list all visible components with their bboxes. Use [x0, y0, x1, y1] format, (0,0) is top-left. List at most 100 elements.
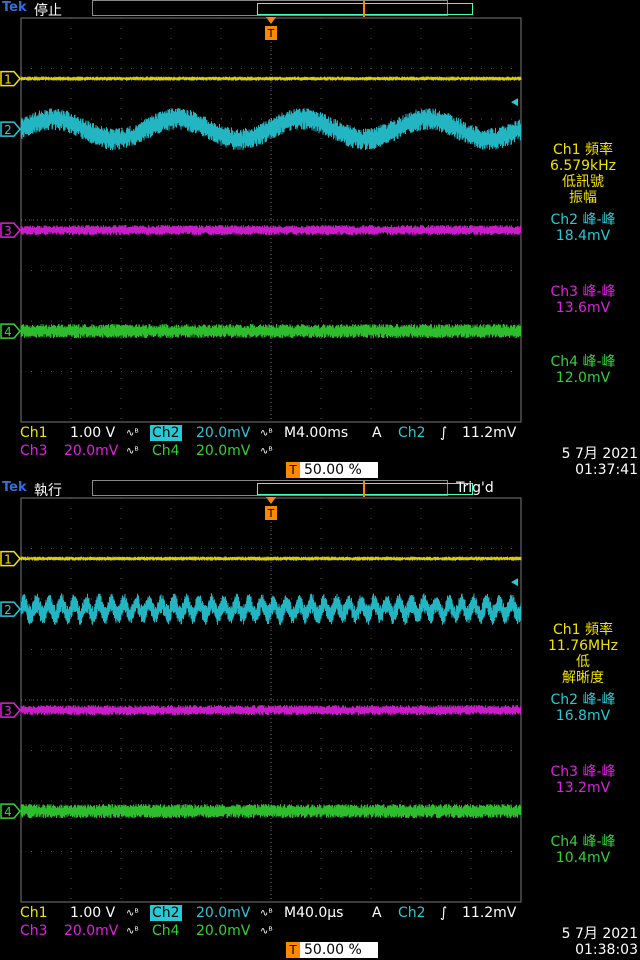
ch1-ground-marker[interactable]: 1: [0, 550, 21, 567]
ch3-label[interactable]: Ch3: [20, 923, 48, 939]
trigger-source[interactable]: Ch2: [398, 425, 426, 441]
measurement-3[interactable]: Ch3 峰-峰 13.6mV: [526, 284, 640, 316]
ch2-label[interactable]: Ch2: [150, 905, 182, 921]
bandwidth-limit-icon: ∿ᴮ: [126, 926, 139, 937]
measurement-1-note: 低訊號: [562, 174, 604, 190]
trigger-mode: A: [372, 905, 382, 921]
trigger-level[interactable]: 11.2mV: [462, 905, 516, 921]
bandwidth-limit-icon: ∿ᴮ: [260, 428, 273, 439]
rising-edge-icon: ∫: [440, 425, 448, 441]
ch3-ground-marker[interactable]: 3: [0, 702, 21, 718]
trigger-level[interactable]: 11.2mV: [462, 425, 516, 441]
ch4-ground-marker[interactable]: 4: [0, 323, 21, 339]
scope-screen-1: Tek 停止 T1234 Ch1 頻率 6.579kHz 低訊號 振幅 Ch2 …: [0, 0, 640, 480]
ch1-waveform: [20, 76, 522, 81]
trigger-level-icon[interactable]: [511, 98, 518, 107]
ch4-waveform: [20, 803, 522, 819]
ch4-scale[interactable]: 20.0mV: [196, 443, 250, 459]
measurement-1-title: Ch1 頻率: [552, 622, 613, 638]
measurement-2[interactable]: Ch2 峰-峰 16.8mV: [526, 692, 640, 724]
ch2-marker-label: 2: [4, 603, 12, 617]
measurement-1-value: 11.76MHz: [547, 638, 619, 654]
measurement-2[interactable]: Ch2 峰-峰 18.4mV: [526, 212, 640, 244]
settings-row-1: Ch1 1.00 V ∿ᴮ Ch2 20.0mV ∿ᴮ M40.0μs A Ch…: [0, 905, 640, 923]
scope-screen-2: Tek 執行 Trig'd T1234 Ch1 頻率 11.76MHz 低 解晰…: [0, 480, 640, 960]
measurement-2-title: Ch2 峰-峰: [550, 692, 616, 708]
ch4-marker-label: 4: [4, 805, 12, 819]
timestamp: 5 7月 2021 01:38:03: [538, 926, 638, 958]
bandwidth-limit-icon: ∿ᴮ: [260, 926, 273, 937]
ch3-marker-label: 3: [4, 224, 12, 238]
measurement-3-title: Ch3 峰-峰: [550, 764, 616, 780]
trigger-marker-label: T: [267, 27, 275, 40]
settings-row-1: Ch1 1.00 V ∿ᴮ Ch2 20.0mV ∿ᴮ M4.00ms A Ch…: [0, 425, 640, 443]
time: 01:38:03: [575, 942, 638, 958]
trigger-position[interactable]: T 50.00 %: [286, 942, 378, 958]
measurement-1-note-2: 振幅: [569, 190, 597, 206]
trigger-position-icon[interactable]: [266, 497, 276, 504]
ch4-label[interactable]: Ch4: [152, 443, 180, 459]
channel-markers[interactable]: T 1 2 3 4: [0, 17, 518, 339]
measurement-4-title: Ch4 峰-峰: [550, 834, 616, 850]
measurement-2-value: 18.4mV: [555, 228, 611, 244]
ch3-waveform: [20, 705, 522, 716]
ch2-scale[interactable]: 20.0mV: [196, 905, 250, 921]
bandwidth-limit-icon: ∿ᴮ: [126, 428, 139, 439]
channel-markers[interactable]: T 1 2 3 4: [0, 497, 518, 819]
trigger-level-icon[interactable]: [511, 578, 518, 587]
timebase[interactable]: M40.0μs: [284, 905, 343, 921]
ch3-ground-marker[interactable]: 3: [0, 222, 21, 238]
time: 01:37:41: [575, 462, 638, 478]
ch3-marker-label: 3: [4, 704, 12, 718]
trigger-position-icon: T: [286, 942, 300, 958]
trigger-position-value: 50.00 %: [304, 942, 362, 958]
measurement-2-value: 16.8mV: [555, 708, 611, 724]
rising-edge-icon: ∫: [440, 905, 448, 921]
measurement-1[interactable]: Ch1 頻率 11.76MHz 低 解晰度: [526, 622, 640, 686]
measurement-4[interactable]: Ch4 峰-峰 12.0mV: [526, 354, 640, 386]
trigger-marker-label: T: [267, 507, 275, 520]
timebase[interactable]: M4.00ms: [284, 425, 348, 441]
measurement-1-note: 低: [576, 654, 590, 670]
ch3-scale[interactable]: 20.0mV: [64, 923, 118, 939]
measurement-4-value: 10.4mV: [555, 850, 611, 866]
ch2-ground-marker[interactable]: 2: [0, 601, 21, 617]
measurement-4[interactable]: Ch4 峰-峰 10.4mV: [526, 834, 640, 866]
ch1-marker-label: 1: [4, 553, 12, 567]
measurement-3-value: 13.6mV: [555, 300, 611, 316]
trigger-position[interactable]: T 50.00 %: [286, 462, 378, 478]
ch3-scale[interactable]: 20.0mV: [64, 443, 118, 459]
ch2-ground-marker[interactable]: 2: [0, 121, 21, 137]
measurement-1-title: Ch1 頻率: [552, 142, 613, 158]
ch1-scale[interactable]: 1.00 V: [70, 425, 115, 441]
timestamp: 5 7月 2021 01:37:41: [538, 446, 638, 478]
ch4-ground-marker[interactable]: 4: [0, 803, 21, 819]
measurement-3-title: Ch3 峰-峰: [550, 284, 616, 300]
date: 5 7月 2021: [561, 446, 638, 462]
measurement-1-note-2: 解晰度: [562, 670, 604, 686]
ch1-ground-marker[interactable]: 1: [0, 70, 21, 87]
ch2-scale[interactable]: 20.0mV: [196, 425, 250, 441]
measurement-1-value: 6.579kHz: [549, 158, 617, 174]
ch4-marker-label: 4: [4, 325, 12, 339]
ch1-scale[interactable]: 1.00 V: [70, 905, 115, 921]
bandwidth-limit-icon: ∿ᴮ: [260, 908, 273, 919]
trigger-mode: A: [372, 425, 382, 441]
ch4-scale[interactable]: 20.0mV: [196, 923, 250, 939]
ch1-label[interactable]: Ch1: [20, 905, 48, 921]
trigger-position-value: 50.00 %: [304, 462, 362, 478]
ch2-label[interactable]: Ch2: [150, 425, 182, 441]
ch1-label[interactable]: Ch1: [20, 425, 48, 441]
trigger-position-icon[interactable]: [266, 17, 276, 24]
measurement-1[interactable]: Ch1 頻率 6.579kHz 低訊號 振幅: [526, 142, 640, 206]
measurement-4-value: 12.0mV: [555, 370, 611, 386]
ch4-waveform: [20, 323, 522, 339]
ch4-label[interactable]: Ch4: [152, 923, 180, 939]
measurement-3[interactable]: Ch3 峰-峰 13.2mV: [526, 764, 640, 796]
ch1-waveform: [20, 556, 522, 561]
ch1-marker-label: 1: [4, 73, 12, 87]
measurement-3-value: 13.2mV: [555, 780, 611, 796]
ch3-label[interactable]: Ch3: [20, 443, 48, 459]
trigger-source[interactable]: Ch2: [398, 905, 426, 921]
bandwidth-limit-icon: ∿ᴮ: [126, 446, 139, 457]
